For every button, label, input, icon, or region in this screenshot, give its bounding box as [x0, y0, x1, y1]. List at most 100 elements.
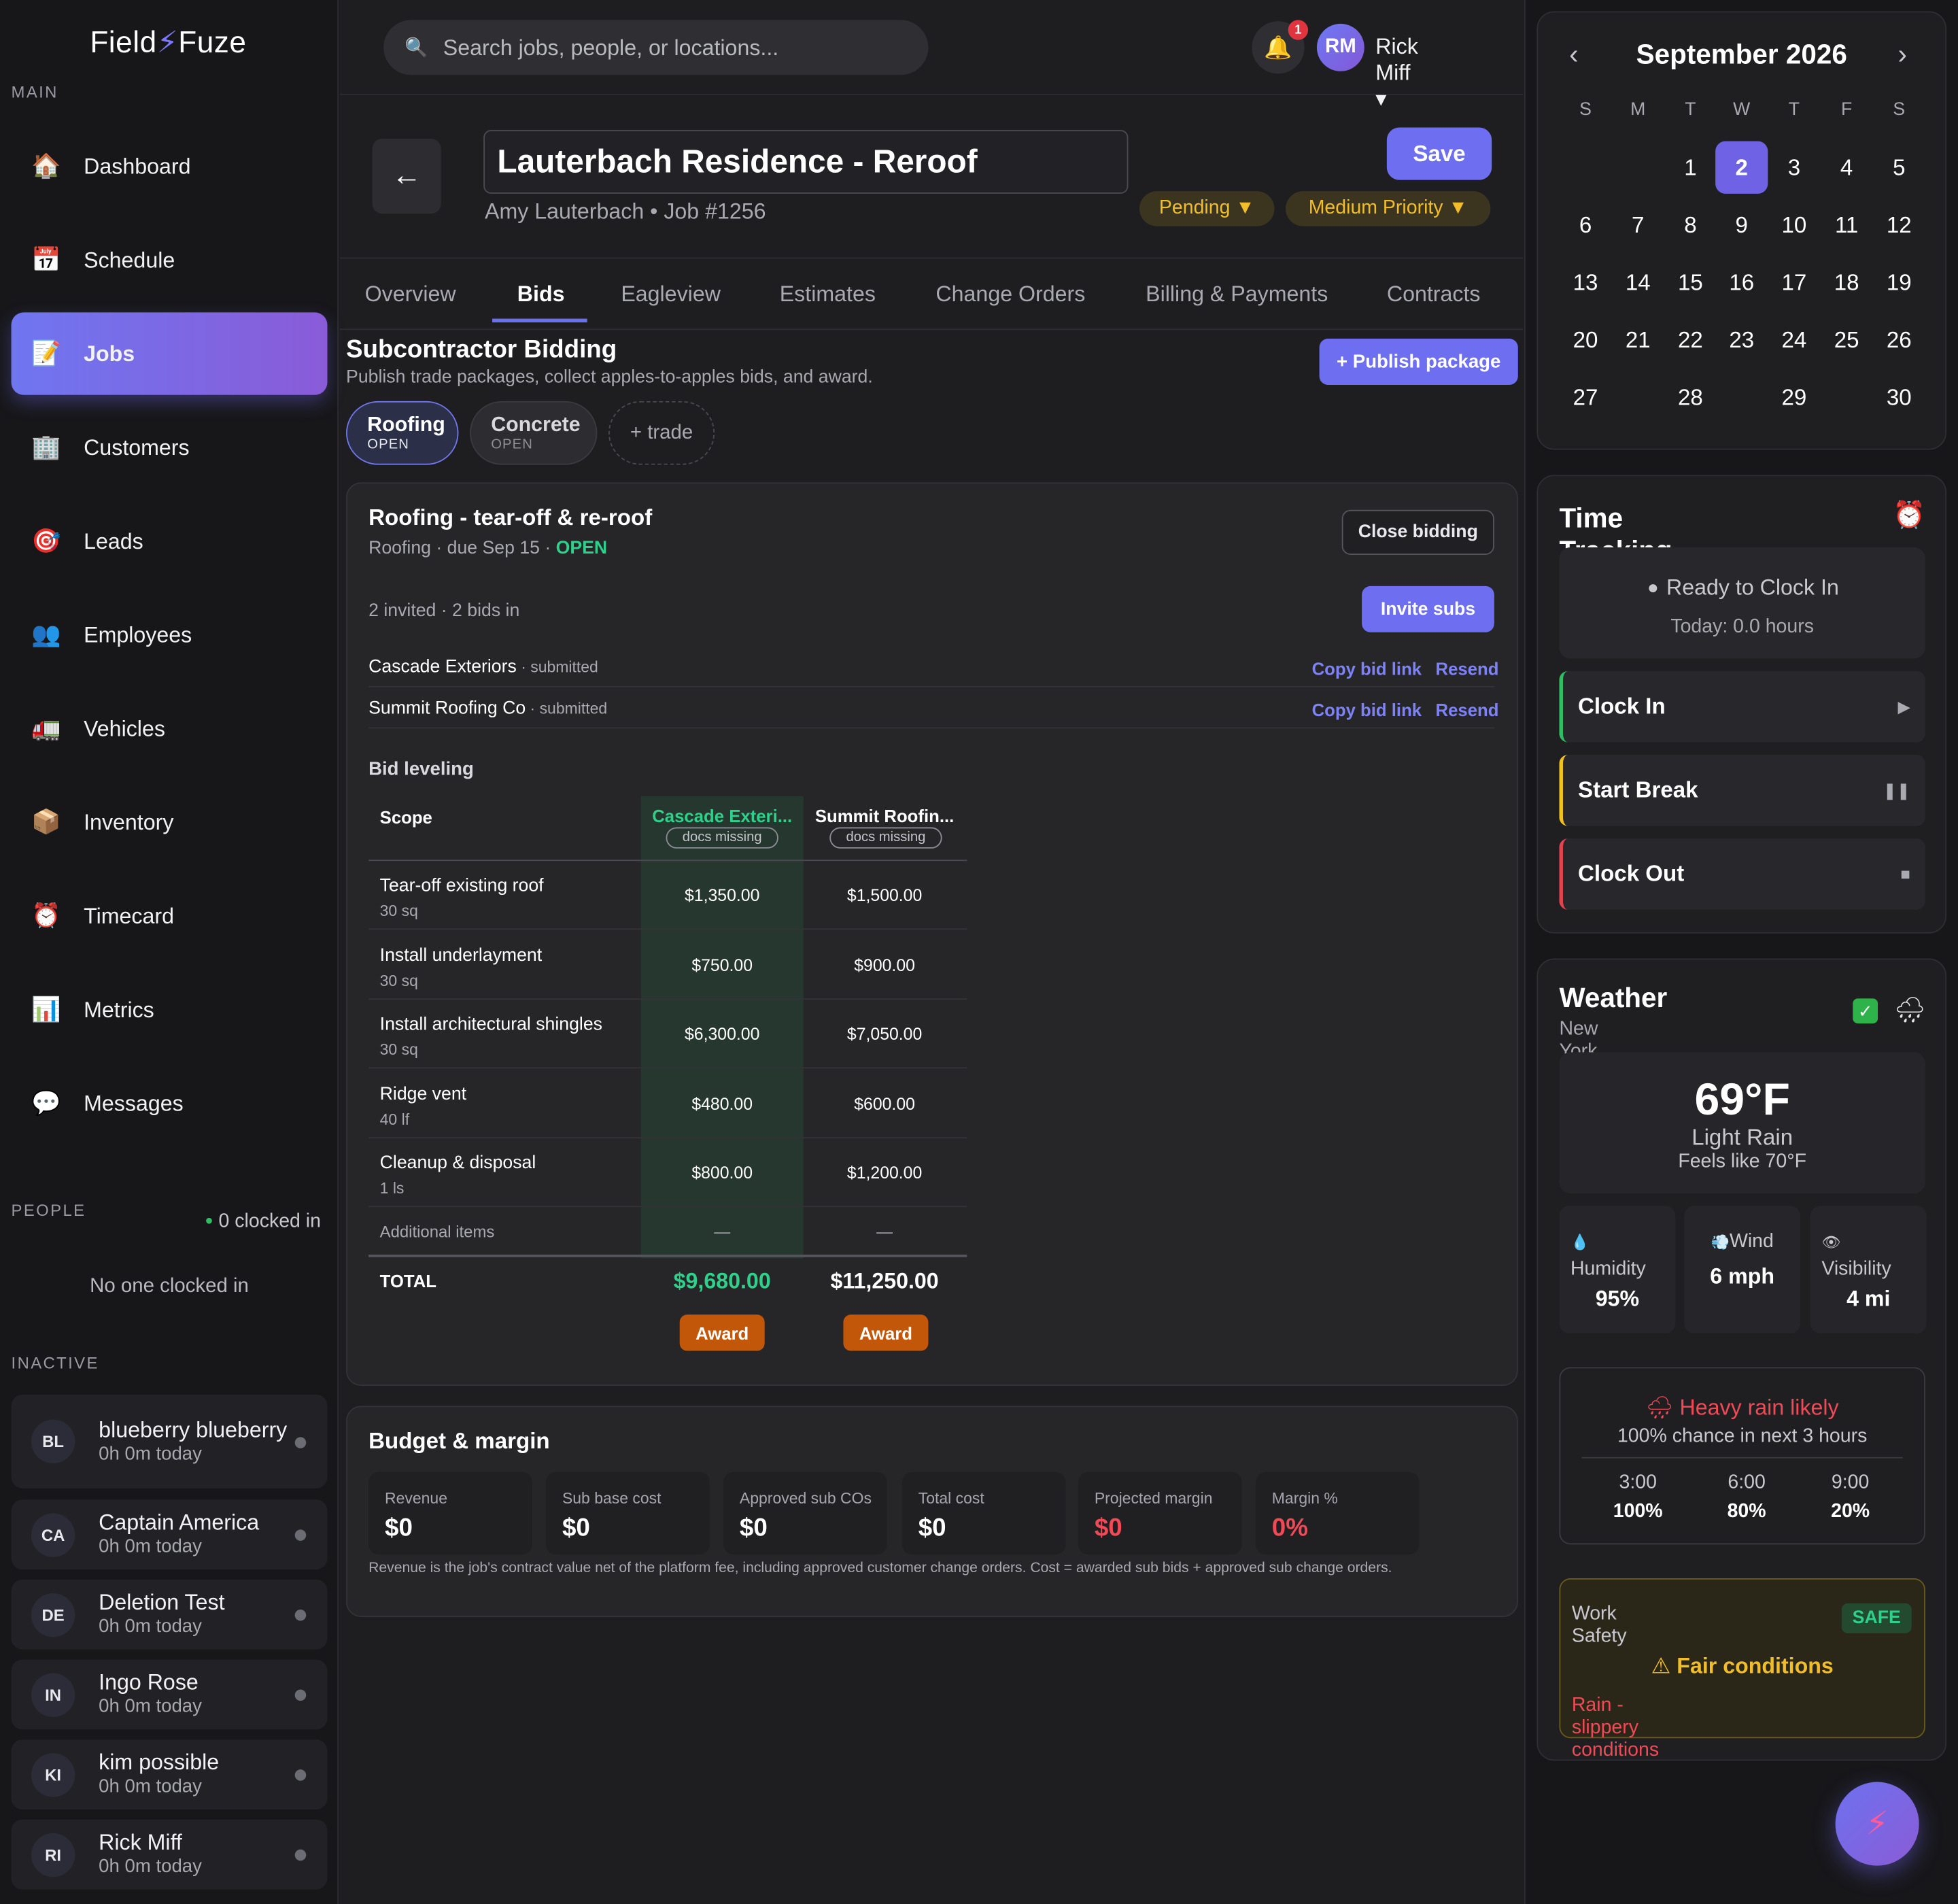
green-dot-icon: ●	[205, 1213, 213, 1229]
inactive-person[interactable]: IN Ingo Rose 0h 0m today	[11, 1659, 328, 1730]
bolt-icon: ⚡	[156, 26, 179, 61]
temperature: 69°F	[1694, 1073, 1790, 1125]
calendar-day[interactable]: 14	[1612, 256, 1664, 309]
stat-head: 👁 Visibility	[1810, 1231, 1927, 1281]
calendar-day[interactable]: 19	[1873, 256, 1925, 309]
close-bidding-button[interactable]: Close bidding	[1341, 509, 1494, 555]
award-cascade-button[interactable]: Award	[679, 1314, 765, 1351]
resend-button[interactable]: Resend	[1436, 658, 1499, 678]
invite-subs-button[interactable]: Invite subs	[1362, 585, 1494, 632]
nav-item-metrics[interactable]: 📊 Metrics	[12, 968, 328, 1051]
metric-value: $0	[1094, 1514, 1122, 1542]
calendar-day[interactable]: 4	[1821, 141, 1873, 194]
calendar-day[interactable]: 24	[1768, 313, 1820, 366]
calendar-day[interactable]: 13	[1559, 256, 1611, 309]
inactive-person[interactable]: RI Rick Miff 0h 0m today	[11, 1819, 328, 1890]
inactive-person[interactable]: DE Deletion Test 0h 0m today	[11, 1579, 328, 1650]
tab-overview[interactable]: Overview	[365, 258, 456, 330]
trade-name: Roofing	[367, 413, 445, 437]
calendar-day[interactable]: 5	[1873, 141, 1925, 194]
app-logo[interactable]: Field⚡Fuze	[90, 25, 246, 61]
scope-name: Ridge vent	[379, 1084, 467, 1104]
tab-contracts[interactable]: Contracts	[1387, 258, 1481, 330]
forecast-time: 9:00	[1831, 1472, 1870, 1494]
tab-change-orders[interactable]: Change Orders	[935, 258, 1085, 330]
quick-action-button[interactable]: ⚡	[1835, 1782, 1919, 1866]
inactive-person[interactable]: BL blueberry blueberry 0h 0m today	[11, 1394, 328, 1489]
save-button[interactable]: Save	[1386, 127, 1492, 180]
calendar-day[interactable]: 2	[1715, 141, 1768, 194]
clock-in-button[interactable]: Clock In ▶	[1559, 670, 1925, 743]
calendar-day[interactable]: 16	[1715, 256, 1768, 309]
copy-bid-link-button[interactable]: Copy bid link	[1312, 658, 1422, 678]
nav-item-jobs[interactable]: 📝 Jobs	[11, 312, 328, 395]
calendar-day[interactable]: 17	[1768, 256, 1820, 309]
weather-stat-humidity: 💧 Humidity 95%	[1559, 1206, 1676, 1333]
nav-item-employees[interactable]: 👥 Employees	[12, 594, 328, 676]
clock-out-button[interactable]: Clock Out ■	[1559, 838, 1925, 910]
docs-missing-badge: docs missing	[666, 827, 778, 849]
nav-item-messages[interactable]: 💬 Messages	[12, 1062, 328, 1144]
inactive-person[interactable]: CA Captain America 0h 0m today	[11, 1499, 328, 1570]
calendar-day[interactable]: 30	[1873, 371, 1925, 424]
calendar-day[interactable]: 10	[1768, 199, 1820, 251]
calendar-day[interactable]: 1	[1664, 141, 1717, 194]
calendar-day[interactable]: 29	[1768, 371, 1820, 424]
nav-item-schedule[interactable]: 📅 Schedule	[12, 219, 328, 301]
tab-estimates[interactable]: Estimates	[780, 258, 876, 330]
nav-item-timecard[interactable]: ⏰ Timecard	[12, 874, 328, 957]
tab-eagleview[interactable]: Eagleview	[621, 258, 721, 330]
job-title-input[interactable]: Lauterbach Residence - Reroof	[483, 130, 1129, 194]
tab-billing-payments[interactable]: Billing & Payments	[1146, 258, 1328, 330]
calendar-day[interactable]: 20	[1559, 313, 1611, 366]
start-break-button[interactable]: Start Break ❚❚	[1559, 754, 1925, 826]
add-trade-button[interactable]: + trade	[608, 401, 715, 465]
search-input[interactable]: 🔍 Search jobs, people, or locations...	[383, 20, 929, 75]
person-hours: 0h 0m today	[99, 1616, 202, 1637]
copy-bid-link-button[interactable]: Copy bid link	[1312, 700, 1422, 719]
calendar-day[interactable]: 28	[1664, 371, 1717, 424]
status-dot	[294, 1769, 307, 1781]
calendar-day[interactable]: 7	[1612, 199, 1664, 251]
status-dot	[294, 1529, 307, 1541]
priority-dropdown[interactable]: Medium Priority ▼	[1285, 191, 1491, 226]
user-menu[interactable]: Rick Miff ▾	[1375, 34, 1418, 113]
calendar-day[interactable]: 27	[1559, 371, 1611, 424]
trade-tab-concrete[interactable]: Concrete OPEN	[469, 401, 598, 465]
inactive-person[interactable]: KI kim possible 0h 0m today	[11, 1739, 328, 1809]
scope-name: Install underlayment	[379, 945, 543, 966]
bell-icon: 🔔	[1264, 34, 1292, 60]
calendar-day[interactable]: 12	[1873, 199, 1925, 251]
calendar-day[interactable]: 26	[1873, 313, 1925, 366]
weekday-header: T	[1788, 100, 1800, 120]
calendar-day[interactable]: 22	[1664, 313, 1717, 366]
calendar-day[interactable]: 25	[1821, 313, 1873, 366]
metric-value: $0	[385, 1514, 413, 1542]
calendar-day[interactable]: 9	[1715, 199, 1768, 251]
nav-item-leads[interactable]: 🎯 Leads	[12, 500, 328, 582]
calendar-day[interactable]: 15	[1664, 256, 1717, 309]
nav-item-vehicles[interactable]: 🚛 Vehicles	[12, 687, 328, 770]
trade-tab-roofing[interactable]: Roofing OPEN	[346, 401, 459, 465]
calendar-day[interactable]: 18	[1821, 256, 1873, 309]
calendar-day[interactable]: 21	[1612, 313, 1664, 366]
person-info: Ingo Rose 0h 0m today	[99, 1670, 202, 1718]
calendar-day[interactable]: 23	[1715, 313, 1768, 366]
calendar-day[interactable]: 6	[1559, 199, 1611, 251]
nav-item-customers[interactable]: 🏢 Customers	[12, 406, 328, 488]
user-avatar[interactable]: RM	[1316, 23, 1364, 71]
budget-title: Budget & margin	[368, 1428, 550, 1454]
back-button[interactable]: ←	[372, 138, 441, 214]
calendar-day[interactable]: 11	[1821, 199, 1873, 251]
nav-item-inventory[interactable]: 📦 Inventory	[12, 781, 328, 864]
calendar-day[interactable]: 3	[1768, 141, 1820, 194]
publish-package-button[interactable]: + Publish package	[1319, 339, 1518, 386]
status-dropdown[interactable]: Pending ▼	[1139, 191, 1275, 226]
nav-item-dashboard[interactable]: 🏠 Dashboard	[12, 125, 328, 207]
nav-item-label: Vehicles	[84, 715, 165, 741]
award-summit-button[interactable]: Award	[843, 1314, 929, 1351]
calendar-day[interactable]: 8	[1664, 199, 1717, 251]
stat-label: Humidity	[1570, 1258, 1646, 1280]
resend-button[interactable]: Resend	[1436, 700, 1499, 719]
calendar-next-button[interactable]: ›	[1897, 39, 1906, 71]
